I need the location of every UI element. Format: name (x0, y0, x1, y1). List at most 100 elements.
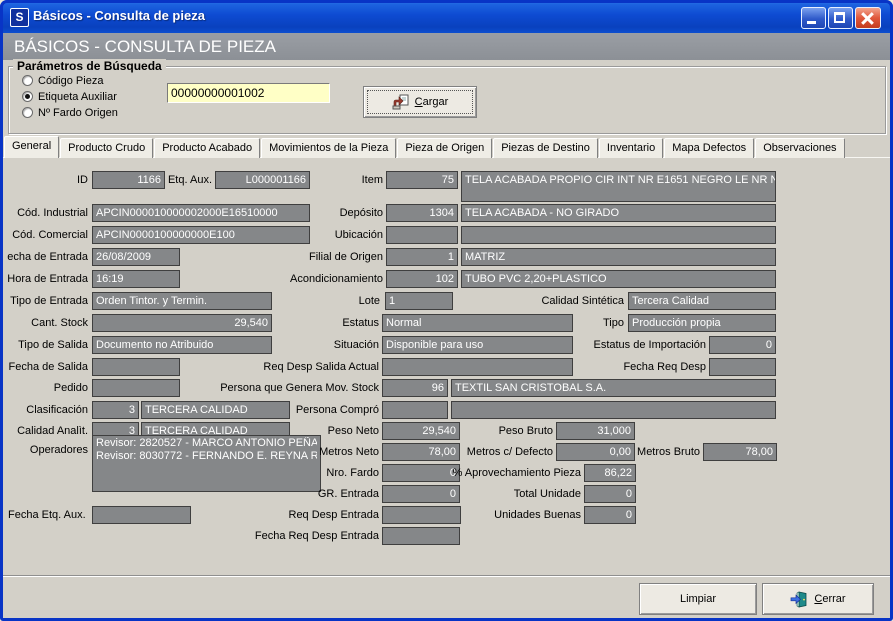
field-label-req-desp-salida: Req Desp Salida Actual (250, 359, 379, 375)
field-label-acondicionamiento: Acondicionamiento (240, 271, 383, 287)
tab-producto-acabado[interactable]: Producto Acabado (154, 138, 260, 158)
radio-fardo-origen-circle[interactable] (22, 107, 33, 118)
field-estatus-importacion: 0 (709, 336, 776, 354)
radio-etiqueta-auxiliar-label: Etiqueta Auxiliar (38, 91, 117, 103)
field-label-situacion: Situación (250, 337, 379, 353)
field-label-fecha-entrada: echa de Entrada (0, 249, 88, 265)
radio-codigo-pieza[interactable]: Código Pieza (22, 75, 103, 89)
tab-inventario[interactable]: Inventario (599, 138, 663, 158)
field-label-hora-entrada: Hora de Entrada (0, 271, 88, 287)
field-persona-genera-desc: TEXTIL SAN CRISTOBAL S.A. (451, 379, 776, 397)
field-label-tipo-salida: Tipo de Salida (0, 337, 88, 353)
field-metros-bruto: 78,00 (703, 443, 777, 461)
field-req-desp-entrada (382, 506, 461, 524)
cargar-button[interactable]: Cargar (363, 86, 477, 118)
field-label-tipo: Tipo (520, 315, 624, 331)
field-tipo-entrada: Orden Tintor. y Termin. (92, 292, 272, 310)
field-label-pedido: Pedido (0, 380, 88, 396)
field-filial-origen-desc: MATRIZ (461, 248, 776, 266)
tab-pieza-origen[interactable]: Pieza de Origen (397, 138, 492, 158)
field-label-persona-compro: Persona Compró (250, 402, 379, 418)
limpiar-label: Limpiar (680, 593, 716, 605)
field-ubicacion-desc (461, 226, 776, 244)
field-id: 1166 (92, 171, 165, 189)
tab-observaciones[interactable]: Observaciones (755, 138, 844, 158)
radio-etiqueta-auxiliar[interactable]: Etiqueta Auxiliar (22, 91, 117, 105)
field-label-operadores: Operadores (0, 442, 88, 458)
field-label-clasificacion: Clasificación (0, 402, 88, 418)
radio-codigo-pieza-circle[interactable] (22, 75, 33, 86)
close-button[interactable] (855, 7, 881, 29)
field-fecha-req-desp (709, 358, 776, 376)
maximize-button[interactable] (828, 7, 853, 29)
field-label-total-unidade: Total Unidade (455, 486, 581, 502)
field-persona-compro (382, 401, 448, 419)
limpiar-button[interactable]: Limpiar (639, 583, 757, 615)
field-label-cod-industrial: Cód. Industrial (0, 205, 88, 221)
search-parameters-title: Parámetros de Búsqueda (13, 59, 166, 73)
field-label-calidad-sintetica: Calidad Sintética (520, 293, 624, 309)
title-bar[interactable]: S Básicos - Consulta de pieza (0, 0, 893, 33)
search-input[interactable]: 00000000001002 (167, 83, 330, 103)
radio-etiqueta-auxiliar-circle[interactable] (22, 91, 33, 102)
field-item: 75 (386, 171, 458, 189)
field-label-persona-genera: Persona que Genera Mov. Stock (220, 380, 379, 396)
field-item-desc: TELA ACABADA PROPIO CIR INT NR E1651 NEG… (461, 171, 776, 202)
radio-fardo-origen-label: Nº Fardo Origen (38, 107, 118, 119)
field-label-peso-bruto: Peso Bruto (470, 423, 553, 439)
field-tipo-salida: Documento no Atribuido (92, 336, 272, 354)
load-icon (392, 94, 409, 110)
field-label-unidades-buenas: Unidades Buenas (455, 507, 581, 523)
field-gr-entrada: 0 (382, 485, 460, 503)
field-label-metros-neto: Metros Neto (250, 444, 379, 460)
tab-strip: General Producto Crudo Producto Acabado … (4, 137, 846, 158)
page-title: BÁSICOS - CONSULTA DE PIEZA (3, 33, 890, 60)
field-label-nro-fardo: Nro. Fardo (250, 465, 379, 481)
field-situacion: Disponible para uso (382, 336, 573, 354)
field-fecha-salida (92, 358, 180, 376)
field-label-fecha-salida: Fecha de Salida (0, 359, 88, 375)
field-peso-bruto: 31,000 (556, 422, 635, 440)
field-ubicacion (386, 226, 458, 244)
field-deposito: 1304 (386, 204, 458, 222)
field-tipo: Producción propia (628, 314, 776, 332)
minimize-button[interactable] (801, 7, 826, 29)
field-label-metros-bruto: Metros Bruto (618, 444, 700, 460)
field-clasificacion: 3 (92, 401, 139, 419)
field-label-filial-origen: Filial de Origen (240, 249, 383, 265)
window-title: Básicos - Consulta de pieza (33, 8, 205, 23)
field-req-desp-salida (382, 358, 573, 376)
field-hora-entrada: 16:19 (92, 270, 180, 288)
field-unidades-buenas: 0 (584, 506, 636, 524)
field-label-fecha-req-desp: Fecha Req Desp (560, 359, 706, 375)
field-label-fecha-req-desp-entrada: Fecha Req Desp Entrada (250, 528, 379, 544)
tab-producto-crudo[interactable]: Producto Crudo (60, 138, 153, 158)
field-label-calidad-analit: Calidad Analìt. (0, 423, 88, 439)
field-label-req-desp-entrada: Req Desp Entrada (250, 507, 379, 523)
app-icon: S (10, 8, 29, 27)
field-fecha-req-desp-entrada (382, 527, 460, 545)
field-peso-neto: 29,540 (382, 422, 460, 440)
field-acondicionamiento-desc: TUBO PVC 2,20+PLASTICO (461, 270, 776, 288)
field-label-aprovechamiento: % Aprovechamiento Pieza (440, 465, 581, 481)
field-pedido (92, 379, 180, 397)
bottom-separator (3, 575, 890, 577)
tab-piezas-destino[interactable]: Piezas de Destino (493, 138, 598, 158)
field-persona-genera: 96 (382, 379, 448, 397)
application-window: S Básicos - Consulta de pieza BÁSICOS - … (0, 0, 893, 621)
field-total-unidade: 0 (584, 485, 636, 503)
field-acondicionamiento: 102 (386, 270, 458, 288)
tab-general[interactable]: General (4, 136, 59, 158)
field-label-cod-comercial: Cód. Comercial (0, 227, 88, 243)
field-label-tipo-entrada: Tipo de Entrada (0, 293, 88, 309)
tab-movimientos-pieza[interactable]: Movimientos de la Pieza (261, 138, 396, 158)
field-label-lote: Lote (330, 293, 380, 309)
radio-fardo-origen[interactable]: Nº Fardo Origen (22, 107, 118, 121)
tab-mapa-defectos[interactable]: Mapa Defectos (664, 138, 754, 158)
field-calidad-sintetica: Tercera Calidad (628, 292, 776, 310)
cerrar-button[interactable]: Cerrar (762, 583, 874, 615)
exit-door-icon (790, 591, 808, 608)
field-metros-neto: 78,00 (382, 443, 460, 461)
field-label-id: ID (0, 172, 88, 188)
field-label-estatus: Estatus (250, 315, 379, 331)
